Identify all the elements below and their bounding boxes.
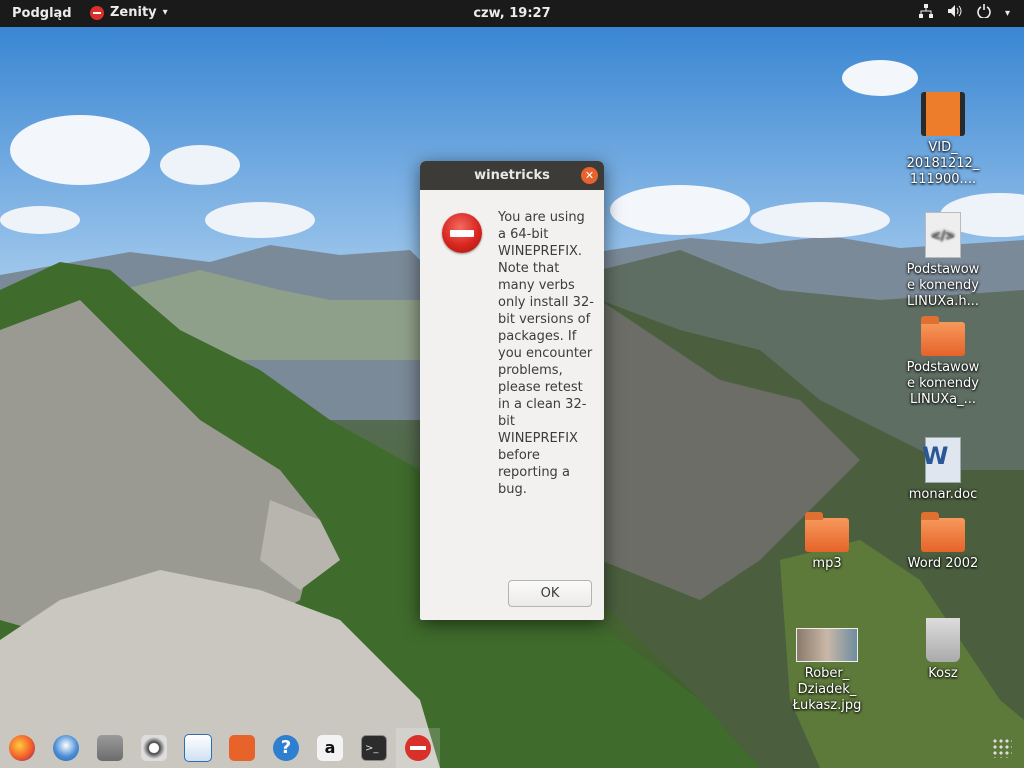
dialog-titlebar[interactable]: winetricks ✕ (420, 161, 604, 190)
power-icon (977, 4, 991, 22)
libreoffice-writer-icon[interactable] (176, 728, 220, 768)
desktop-icon-trash[interactable]: Kosz (898, 618, 988, 682)
rhythmbox-icon[interactable] (132, 728, 176, 768)
desktop-icon-label: mp3 (812, 556, 842, 571)
desktop-icon-monar[interactable]: monar.doc (898, 437, 988, 503)
desktop-icon-label: Podstawow e komendy LINUXa.h... (906, 262, 980, 309)
stop-icon (90, 5, 104, 20)
error-icon (442, 213, 482, 253)
desktop-icon-word2002[interactable]: Word 2002 (898, 512, 988, 572)
dialog-title: winetricks (474, 168, 550, 183)
firefox-icon[interactable] (0, 728, 44, 768)
top-panel: Podgląd Zenity ▾ czw, 19:27 ▾ (0, 0, 1024, 27)
volume-icon (947, 4, 963, 22)
show-applications-icon[interactable] (992, 738, 1012, 758)
help-icon[interactable]: ? (264, 728, 308, 768)
desktop-icon-label: Podstawow e komendy LINUXa_... (906, 360, 980, 407)
desktop-icon-html[interactable]: </> Podstawow e komendy LINUXa.h... (898, 212, 988, 310)
ok-button[interactable]: OK (508, 580, 592, 607)
folder-icon (921, 316, 965, 356)
trash-icon (926, 618, 960, 662)
desktop-icon-label: Rober_ Dziadek_ Łukasz.jpg (792, 666, 862, 713)
app-menu[interactable]: Zenity ▾ (90, 5, 168, 20)
desktop-icon-label: monar.doc (908, 487, 978, 502)
doc-file-icon (922, 437, 961, 483)
desktop-icon-label: VID_ 20181212_ 111900.... (906, 140, 980, 187)
thunderbird-icon[interactable] (44, 728, 88, 768)
desktop-icon-photo[interactable]: Rober_ Dziadek_ Łukasz.jpg (782, 628, 872, 714)
desktop-icon-label: Kosz (928, 666, 958, 681)
dock: ? a >_ (0, 728, 445, 768)
system-menu[interactable]: ▾ (918, 4, 1010, 22)
terminal-icon[interactable]: >_ (352, 728, 396, 768)
image-file-icon (796, 628, 858, 662)
desktop-icon-video[interactable]: VID_ 20181212_ 111900.... (898, 92, 988, 188)
network-icon (918, 4, 933, 22)
close-icon[interactable]: ✕ (581, 167, 598, 184)
desktop-icon-folder-linux[interactable]: Podstawow e komendy LINUXa_... (898, 316, 988, 408)
files-icon[interactable] (88, 728, 132, 768)
dialog-message: You are using a 64-bit WINEPREFIX. Note … (498, 210, 594, 497)
software-center-icon[interactable] (220, 728, 264, 768)
folder-icon (805, 512, 849, 552)
video-file-icon (921, 92, 965, 136)
clock[interactable]: czw, 19:27 (473, 6, 550, 21)
desktop-icon-label: Word 2002 (907, 556, 979, 571)
app-menu-label: Zenity (110, 5, 157, 20)
activities-button[interactable]: Podgląd (12, 6, 72, 21)
folder-icon (921, 512, 965, 552)
chevron-down-icon: ▾ (162, 7, 168, 18)
chevron-down-icon: ▾ (1004, 7, 1010, 19)
amazon-icon[interactable]: a (308, 728, 352, 768)
winetricks-dialog: winetricks ✕ You are using a 64-bit WINE… (420, 161, 604, 620)
html-file-icon: </> (925, 212, 961, 258)
desktop-icon-mp3[interactable]: mp3 (782, 512, 872, 572)
zenity-stop-icon[interactable] (396, 728, 440, 768)
